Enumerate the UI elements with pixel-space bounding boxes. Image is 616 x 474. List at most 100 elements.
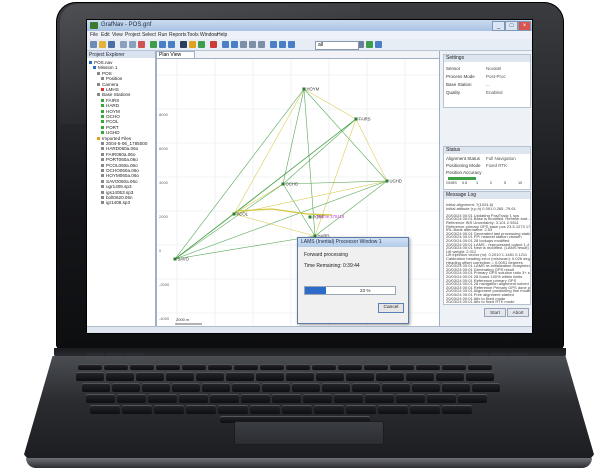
station-marker[interactable]	[385, 179, 389, 183]
options-icon[interactable]	[279, 41, 286, 48]
keyboard-key	[166, 372, 194, 381]
pan-icon[interactable]	[240, 41, 247, 48]
tree-node-icon	[101, 147, 104, 151]
settings-row-label: Base Station	[446, 82, 472, 87]
settings-row-value[interactable]: Novatel	[486, 66, 501, 71]
minimize-button[interactable]: _	[492, 21, 505, 31]
menu-window[interactable]: Window	[200, 32, 218, 38]
tree-item-label: FAIRS	[106, 97, 120, 103]
measure-icon[interactable]	[258, 41, 265, 48]
tree-node-icon	[101, 201, 104, 205]
menu-project[interactable]: Project	[125, 32, 141, 38]
keyboard-key	[382, 383, 410, 392]
explorer-header: Project Explorer	[87, 51, 155, 58]
station-marker[interactable]	[232, 212, 236, 216]
menu-tools[interactable]: Tools	[187, 32, 199, 38]
settings-title: Settings	[446, 55, 465, 61]
baseline-vector	[174, 235, 316, 260]
tree-item-label: Imported Files	[102, 135, 132, 141]
tree-item-label: PORT	[106, 124, 119, 130]
keyboard-key	[78, 364, 102, 370]
station-marker[interactable]	[302, 87, 306, 91]
y-tick-label: 6000	[159, 146, 169, 151]
filter-combo[interactable]: all	[315, 41, 359, 50]
menu-file[interactable]: File	[90, 32, 98, 38]
tree-item-label: HOYM	[106, 108, 120, 114]
keyboard-key	[172, 383, 200, 392]
tree-node-icon	[97, 71, 100, 75]
zoom-out-icon[interactable]	[231, 41, 238, 48]
keyboard-key	[154, 405, 184, 414]
zoom-icon[interactable]	[180, 41, 187, 48]
tree-node-icon	[97, 93, 100, 97]
tree-item-label: 2004-5-06_1785000	[106, 141, 148, 146]
status-panel: Status Alignment Status Full Navigation P…	[443, 146, 531, 190]
tree-node-icon	[101, 179, 104, 183]
keyboard-key	[117, 394, 146, 403]
play-icon[interactable]	[366, 41, 373, 48]
toolbar	[87, 39, 532, 51]
delete-icon[interactable]	[138, 41, 145, 48]
zoom-in-icon[interactable]	[222, 41, 229, 48]
station-marker[interactable]	[173, 257, 177, 261]
tree-item-label: FAIR060a.06o	[106, 151, 136, 157]
menu-view[interactable]: View	[112, 32, 123, 38]
close-button[interactable]: ×	[518, 21, 531, 31]
window-title: GrafNav - POS.gnf	[101, 22, 152, 28]
y-tick-label: 2000	[159, 214, 169, 219]
copy-icon[interactable]	[129, 41, 136, 48]
map-icon[interactable]	[168, 41, 175, 48]
menu-reports[interactable]: Reports	[169, 32, 187, 38]
refresh-icon[interactable]	[270, 41, 277, 48]
menu-edit[interactable]: Edit	[101, 32, 110, 38]
keyboard-key	[156, 364, 180, 370]
baseline-vector	[174, 183, 284, 260]
settings-row-value[interactable]: Enabled	[486, 90, 503, 95]
baseline-vector	[303, 88, 357, 120]
tree-node-icon	[101, 152, 104, 156]
tree-item-label: POS	[102, 70, 112, 76]
start-button[interactable]: Start	[484, 308, 506, 317]
dialog-progress-fill	[305, 287, 326, 294]
message-log-title: Message Log	[446, 192, 477, 198]
menu-help[interactable]: Help	[217, 32, 227, 38]
settings-row-value[interactable]: Post-Proc	[486, 74, 506, 79]
menu-run[interactable]: Run	[158, 32, 167, 38]
filter-icon[interactable]	[288, 41, 295, 48]
station-marker[interactable]	[281, 182, 285, 186]
graph-icon[interactable]	[159, 41, 166, 48]
keyboard-key	[346, 372, 374, 381]
cut-icon[interactable]	[120, 41, 127, 48]
keyboard-key	[406, 372, 434, 381]
processor-dialog: LAMS (Inertial) Processor Window 1 Forwa…	[297, 237, 409, 324]
baseline-vector	[355, 118, 388, 182]
keyboard-key	[303, 394, 332, 403]
keyboard-key	[210, 394, 239, 403]
tree-node-icon	[101, 104, 104, 108]
station-marker[interactable]	[354, 117, 358, 121]
keyboard-key	[364, 364, 388, 370]
open-icon[interactable]	[99, 41, 106, 48]
process-icon[interactable]	[150, 41, 157, 48]
keyboard-key	[312, 364, 336, 370]
maximize-button[interactable]: □	[505, 21, 518, 31]
tree-item-label: Position	[106, 76, 123, 82]
fit-icon[interactable]	[249, 41, 256, 48]
keyboard-key	[148, 394, 177, 403]
cancel-button[interactable]: Cancel	[378, 303, 404, 313]
station-label: UGHD	[390, 179, 402, 184]
keyboard-key	[410, 405, 440, 414]
abort-button[interactable]: Abort	[507, 308, 529, 317]
keyboard-key	[286, 372, 314, 381]
settings-row-value[interactable]: ...	[486, 82, 490, 87]
accuracy-scale: GNSS 0.5 1 2 5 10	[446, 181, 522, 185]
save-icon[interactable]	[108, 41, 115, 48]
grid-icon[interactable]	[189, 41, 196, 48]
next-icon[interactable]	[375, 41, 382, 48]
menu-select[interactable]: Select	[142, 32, 156, 38]
new-icon[interactable]	[90, 41, 97, 48]
station-icon[interactable]	[198, 41, 205, 48]
tree-node-icon	[101, 169, 104, 172]
stop-icon[interactable]	[210, 41, 217, 48]
station-marker[interactable]	[308, 215, 312, 219]
